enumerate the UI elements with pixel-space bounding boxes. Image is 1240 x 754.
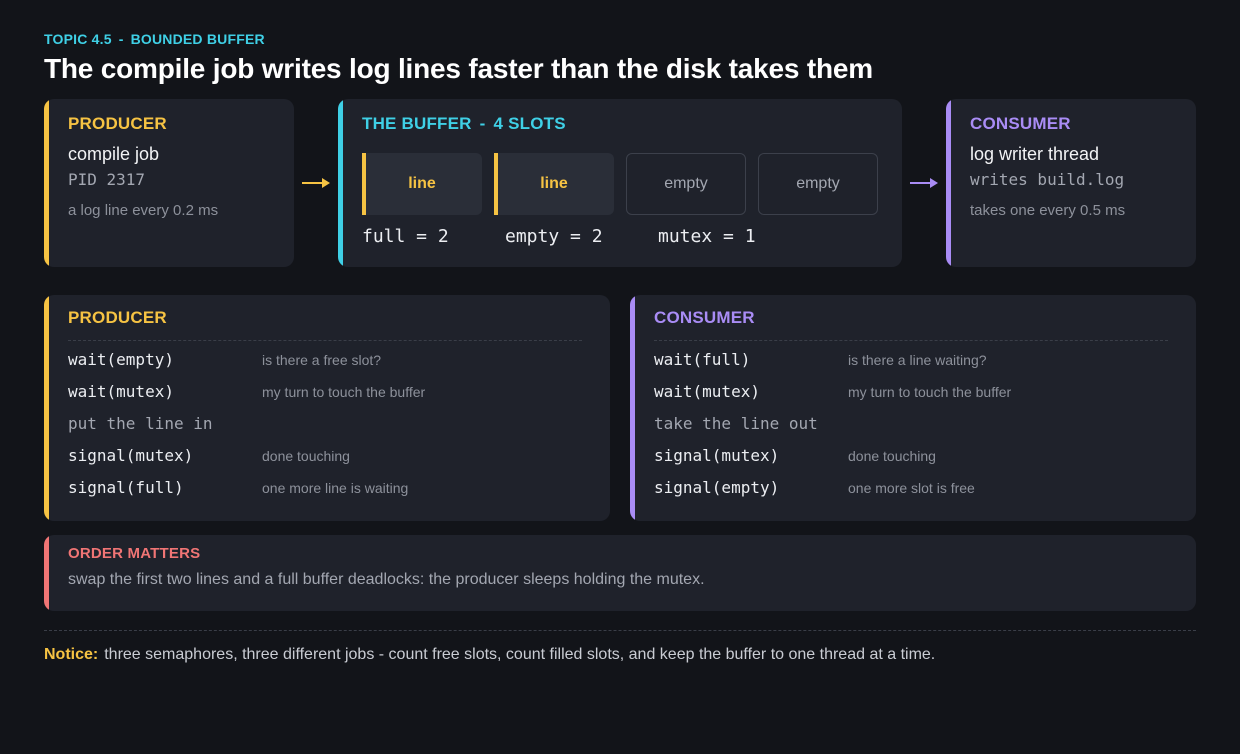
consumer-name: log writer thread bbox=[970, 144, 1100, 164]
order-matters-text: swap the first two lines and a full buff… bbox=[68, 571, 705, 588]
topic-separator: - bbox=[118, 31, 124, 47]
consumer-step-4-note: done touching bbox=[848, 448, 936, 464]
buffer-slot-1: line bbox=[362, 153, 482, 215]
buffer-card-heading: THE BUFFER -4 SLOTS bbox=[362, 114, 566, 134]
topic-name: BOUNDED BUFFER bbox=[130, 31, 265, 47]
producer-accent-bar bbox=[44, 99, 49, 267]
consumer-step-4-code: signal(mutex) bbox=[654, 446, 780, 465]
semaphore-full: full = 2 bbox=[362, 226, 449, 247]
producer-pid: PID 2317 bbox=[68, 170, 146, 189]
producer-card-heading: PRODUCER bbox=[68, 114, 167, 133]
producer-to-buffer-arrow bbox=[302, 178, 330, 188]
footer-divider bbox=[44, 630, 1196, 631]
page-title: The compile job writes log lines faster … bbox=[44, 53, 873, 84]
buffer-slot-count: 4 SLOTS bbox=[493, 114, 566, 133]
consumer-step-2-note: my turn to touch the buffer bbox=[848, 384, 1012, 400]
producer-step-5-code: signal(full) bbox=[68, 478, 184, 497]
consumer-step-2-code: wait(mutex) bbox=[654, 382, 760, 401]
order-matters-accent-bar bbox=[44, 535, 49, 611]
consumer-steps-accent-bar bbox=[630, 295, 635, 521]
consumer-step-1-note: is there a line waiting? bbox=[848, 352, 987, 368]
consumer-steps-heading: CONSUMER bbox=[654, 308, 755, 327]
slot-fill-bar bbox=[494, 153, 498, 215]
consumer-step-1-code: wait(full) bbox=[654, 350, 751, 369]
consumer-rate: takes one every 0.5 ms bbox=[970, 202, 1126, 219]
producer-steps-heading: PRODUCER bbox=[68, 308, 167, 327]
producer-step-4-note: done touching bbox=[262, 448, 350, 464]
topic-number: TOPIC 4.5 bbox=[44, 31, 112, 47]
producer-step-2-code: wait(mutex) bbox=[68, 382, 174, 401]
producer-steps-card: PRODUCER wait(empty) is there a free slo… bbox=[44, 295, 610, 521]
footer-notice: Notice: three semaphores, three different… bbox=[44, 646, 935, 664]
producer-steps-accent-bar bbox=[44, 295, 49, 521]
buffer-slot-2-label: line bbox=[540, 175, 568, 192]
notice-label: Notice: bbox=[44, 646, 99, 663]
consumer-step-3-code: take the line out bbox=[654, 414, 818, 433]
consumer-accent-bar bbox=[946, 99, 951, 267]
consumer-step-5-note: one more slot is free bbox=[848, 480, 975, 496]
consumer-card-heading: CONSUMER bbox=[970, 114, 1071, 133]
consumer-steps-card: CONSUMER wait(full) is there a line wait… bbox=[630, 295, 1196, 521]
buffer-to-consumer-arrow bbox=[910, 178, 938, 188]
buffer-slot-3: empty bbox=[626, 153, 746, 215]
buffer-slot-4: empty bbox=[758, 153, 878, 215]
producer-step-2-note: my turn to touch the buffer bbox=[262, 384, 426, 400]
buffer-slot-2: line bbox=[494, 153, 614, 215]
buffer-slot-1-label: line bbox=[408, 175, 436, 192]
consumer-step-5-code: signal(empty) bbox=[654, 478, 780, 497]
order-matters-heading: ORDER MATTERS bbox=[68, 545, 201, 562]
producer-step-1-code: wait(empty) bbox=[68, 350, 174, 369]
producer-steps-divider bbox=[68, 340, 582, 341]
producer-step-5-note: one more line is waiting bbox=[262, 480, 409, 496]
consumer-steps-divider bbox=[654, 340, 1168, 341]
notice-text: three semaphores, three different jobs -… bbox=[104, 646, 936, 663]
consumer-card: CONSUMER log writer thread writes build.… bbox=[946, 99, 1196, 267]
producer-step-3-code: put the line in bbox=[68, 414, 213, 433]
buffer-slot-3-label: empty bbox=[664, 175, 708, 192]
producer-step-1-note: is there a free slot? bbox=[262, 352, 382, 368]
producer-step-4-code: signal(mutex) bbox=[68, 446, 194, 465]
slot-fill-bar bbox=[362, 153, 366, 215]
semaphore-empty: empty = 2 bbox=[505, 226, 603, 247]
order-matters-card: ORDER MATTERS swap the first two lines a… bbox=[44, 535, 1196, 611]
producer-rate: a log line every 0.2 ms bbox=[68, 202, 219, 219]
buffer-slot-4-label: empty bbox=[796, 175, 840, 192]
buffer-heading-label: THE BUFFER bbox=[362, 114, 472, 133]
buffer-heading-separator: - bbox=[479, 114, 486, 133]
producer-card: PRODUCER compile job PID 2317 a log line… bbox=[44, 99, 294, 267]
buffer-accent-bar bbox=[338, 99, 343, 267]
consumer-detail: writes build.log bbox=[970, 170, 1125, 189]
topic-eyebrow: TOPIC 4.5- BOUNDED BUFFER bbox=[44, 31, 265, 47]
producer-name: compile job bbox=[68, 144, 160, 164]
semaphore-mutex: mutex = 1 bbox=[658, 226, 756, 247]
